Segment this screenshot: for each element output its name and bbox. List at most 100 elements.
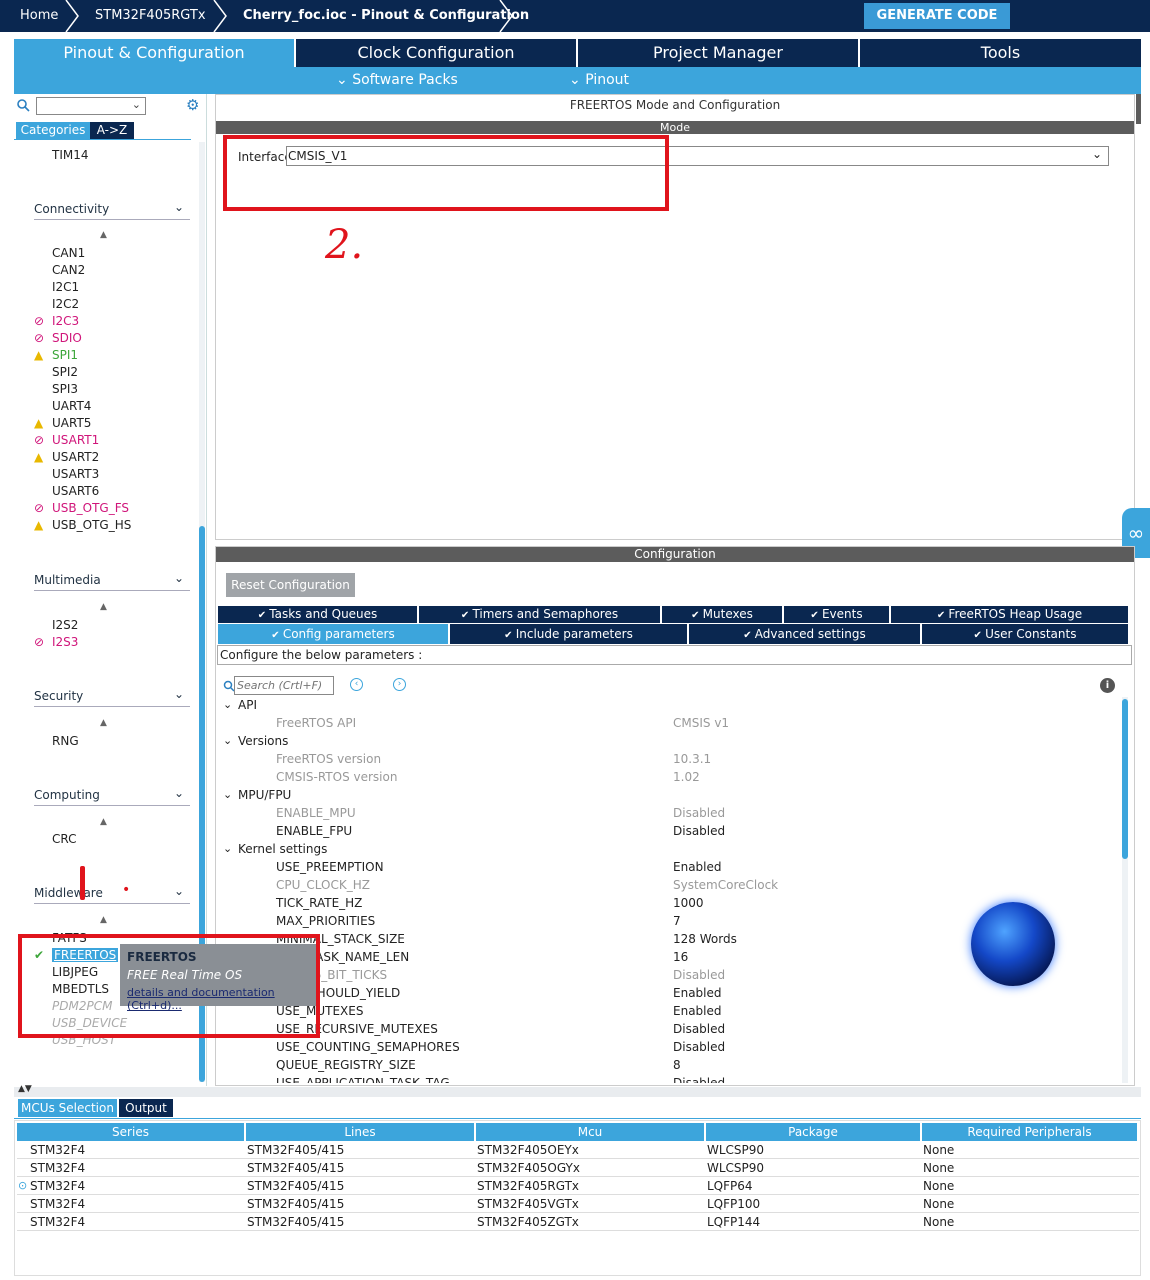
config-tab-include-parameters[interactable]: ✔ Include parameters <box>450 624 689 644</box>
param-row[interactable]: TICK_RATE_HZ 1000 <box>216 895 1116 913</box>
category-item-tim14[interactable]: TIM14 <box>52 148 89 162</box>
param-row[interactable]: FreeRTOS API CMSIS v1 <box>216 715 1116 733</box>
param-group[interactable]: ⌄ Kernel settings <box>216 841 1116 859</box>
category-item-spi2[interactable]: SPI2 <box>34 365 78 379</box>
category-item-usart3[interactable]: USART3 <box>34 467 99 481</box>
sort-icon[interactable]: ▲ <box>100 915 107 925</box>
gear-icon[interactable]: ⚙ <box>186 97 202 113</box>
param-row[interactable]: CPU_CLOCK_HZ SystemCoreClock <box>216 877 1116 895</box>
config-tab-config-parameters[interactable]: ✔ Config parameters <box>218 624 450 644</box>
generate-code-button[interactable]: GENERATE CODE <box>864 3 1010 29</box>
table-row[interactable]: ⊙ STM32F4 STM32F405/415 STM32F405RGTx LQFP64… <box>17 1177 1139 1195</box>
param-row[interactable]: USE_RECURSIVE_MUTEXES Disabled <box>216 1021 1116 1039</box>
tab-pinout-configuration[interactable]: Pinout & Configuration <box>14 39 296 67</box>
table-row[interactable]: STM32F4 STM32F405/415 STM32F405OGYx WLCSP90… <box>17 1159 1139 1177</box>
param-row[interactable]: QUEUE_REGISTRY_SIZE 8 <box>216 1057 1116 1075</box>
param-value[interactable]: Enabled <box>673 986 722 1000</box>
category-item-rng[interactable]: RNG <box>34 734 79 748</box>
column-header[interactable]: Required Peripherals <box>922 1123 1139 1141</box>
breadcrumb-home[interactable]: Home <box>20 0 58 32</box>
config-tab-events[interactable]: ✔ Events <box>784 606 891 623</box>
param-row[interactable]: ENABLE_MPU Disabled <box>216 805 1116 823</box>
chevron-down-icon[interactable]: ⌄ <box>174 571 184 585</box>
sort-icon[interactable]: ▲ <box>100 230 107 240</box>
chevron-down-icon[interactable]: ⌄ <box>223 788 232 801</box>
floating-orb-icon[interactable] <box>971 902 1055 986</box>
column-header[interactable]: Lines <box>246 1123 476 1141</box>
param-value[interactable]: SystemCoreClock <box>673 878 778 892</box>
category-item-spi3[interactable]: SPI3 <box>34 382 78 396</box>
breadcrumb-file[interactable]: Cherry_foc.ioc - Pinout & Configuration <box>243 0 529 32</box>
tab-a-z[interactable]: A->Z <box>90 122 134 139</box>
category-item-uart5[interactable]: ▲ UART5 <box>34 416 91 430</box>
section-middleware[interactable]: Middleware • ⌄ <box>34 882 190 904</box>
reset-configuration-button[interactable]: Reset Configuration <box>226 573 355 597</box>
tab-mcus-selection[interactable]: MCUs Selection <box>18 1099 117 1117</box>
next-icon[interactable]: › <box>393 678 406 691</box>
param-value[interactable]: 128 Words <box>673 932 737 946</box>
chevron-down-icon[interactable]: ⌄ <box>174 884 184 898</box>
param-row[interactable]: CMSIS-RTOS version 1.02 <box>216 769 1116 787</box>
chevron-down-icon[interactable]: ⌄ <box>174 687 184 701</box>
parameter-scrollbar-thumb[interactable] <box>1122 699 1128 859</box>
category-item-sdio[interactable]: ⊘ SDIO <box>34 331 82 345</box>
config-tab-mutexes[interactable]: ✔ Mutexes <box>662 606 784 623</box>
chevron-down-icon[interactable]: ⌄ <box>223 698 232 711</box>
config-tab-tasks-and-queues[interactable]: ✔ Tasks and Queues <box>218 606 419 623</box>
breadcrumb-mcu[interactable]: STM32F405RGTx <box>95 0 206 32</box>
category-item-usb_otg_hs[interactable]: ▲ USB_OTG_HS <box>34 518 131 532</box>
config-tab-freertos-heap-usage[interactable]: ✔ FreeRTOS Heap Usage <box>891 606 1130 623</box>
category-item-usb_otg_fs[interactable]: ⊘ USB_OTG_FS <box>34 501 129 515</box>
chevron-down-icon[interactable]: ⌄ <box>174 786 184 800</box>
param-value[interactable]: Disabled <box>673 1076 725 1083</box>
config-tab-user-constants[interactable]: ✔ User Constants <box>922 624 1130 644</box>
category-item-i2c3[interactable]: ⊘ I2C3 <box>34 314 79 328</box>
section-security[interactable]: Security ⌄ <box>34 687 190 707</box>
category-item-i2c1[interactable]: I2C1 <box>34 280 79 294</box>
category-item-can2[interactable]: CAN2 <box>34 263 85 277</box>
chevron-down-icon[interactable]: ⌄ <box>174 200 184 214</box>
search-icon[interactable] <box>16 98 30 112</box>
param-value[interactable]: 10.3.1 <box>673 752 711 766</box>
param-value[interactable]: Disabled <box>673 1022 725 1036</box>
tab-tools[interactable]: Tools <box>860 39 1141 67</box>
info-icon[interactable]: i <box>1100 678 1115 693</box>
param-value[interactable]: 8 <box>673 1058 681 1072</box>
table-row[interactable]: STM32F4 STM32F405/415 STM32F405OEYx WLCSP90… <box>17 1141 1139 1159</box>
column-header[interactable]: Series <box>17 1123 246 1141</box>
category-item-spi1[interactable]: ▲ SPI1 <box>34 348 78 362</box>
sort-icon[interactable]: ▲ <box>100 718 107 728</box>
sort-icon[interactable]: ▲ <box>100 602 107 612</box>
param-row[interactable]: FreeRTOS version 10.3.1 <box>216 751 1116 769</box>
column-header[interactable]: Mcu <box>476 1123 706 1141</box>
table-row[interactable]: STM32F4 STM32F405/415 STM32F405ZGTx LQFP144… <box>17 1213 1139 1231</box>
param-value[interactable]: CMSIS v1 <box>673 716 729 730</box>
param-value[interactable]: Enabled <box>673 1004 722 1018</box>
parameter-search-input[interactable] <box>234 676 334 695</box>
param-row[interactable]: IDLE_SHOULD_YIELD Enabled <box>216 985 1116 1003</box>
param-group[interactable]: ⌄ MPU/FPU <box>216 787 1116 805</box>
param-row[interactable]: USE_PREEMPTION Enabled <box>216 859 1116 877</box>
section-multimedia[interactable]: Multimedia ⌄ <box>34 571 190 591</box>
category-search-combo[interactable]: ⌄ <box>36 97 146 115</box>
section-computing[interactable]: Computing ⌄ <box>34 786 190 806</box>
prev-icon[interactable]: ‹ <box>350 678 363 691</box>
software-packs-menu[interactable]: ⌄ Software Packs <box>336 67 458 94</box>
sort-icon[interactable]: ▲ <box>100 817 107 827</box>
param-row[interactable]: ENABLE_FPU Disabled <box>216 823 1116 841</box>
splitter[interactable]: ▲▼ <box>14 1084 1141 1097</box>
tab-clock-configuration[interactable]: Clock Configuration <box>296 39 578 67</box>
pinout-menu[interactable]: ⌄ Pinout <box>569 67 629 94</box>
category-item-usart2[interactable]: ▲ USART2 <box>34 450 99 464</box>
category-item-usart1[interactable]: ⊘ USART1 <box>34 433 99 447</box>
param-value[interactable]: 1.02 <box>673 770 700 784</box>
config-tab-timers-and-semaphores[interactable]: ✔ Timers and Semaphores <box>419 606 662 623</box>
param-row[interactable]: USE_MUTEXES Enabled <box>216 1003 1116 1021</box>
param-row[interactable]: USE_APPLICATION_TASK_TAG Disabled <box>216 1075 1116 1083</box>
category-item-uart4[interactable]: UART4 <box>34 399 91 413</box>
param-value[interactable]: Disabled <box>673 824 725 838</box>
param-group[interactable]: ⌄ API <box>216 697 1116 715</box>
category-item-i2s2[interactable]: I2S2 <box>34 618 78 632</box>
param-value[interactable]: Disabled <box>673 1040 725 1054</box>
param-value[interactable]: 16 <box>673 950 688 964</box>
